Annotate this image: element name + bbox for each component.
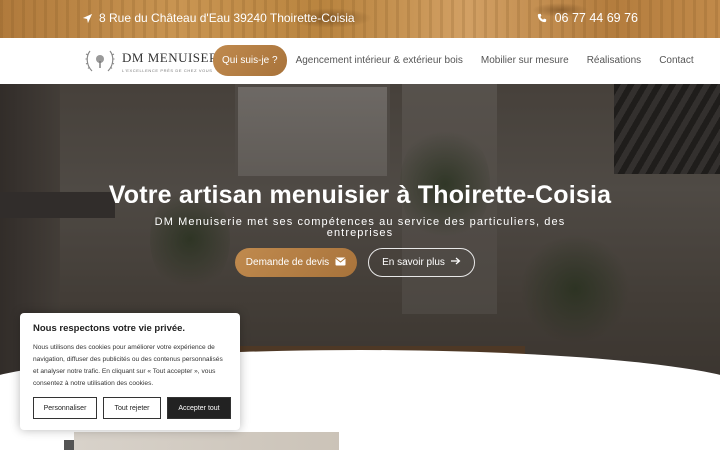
- learn-more-button[interactable]: En savoir plus: [368, 248, 475, 277]
- cookie-customize-button[interactable]: Personnaliser: [33, 397, 97, 419]
- page: 8 Rue du Château d'Eau 39240 Thoirette-C…: [0, 0, 720, 450]
- hero-subtitle: DM Menuiserie met ses compétences au ser…: [154, 216, 566, 239]
- cookie-buttons: Personnaliser Tout rejeter Accepter tout: [33, 397, 231, 419]
- site-header: DM MENUISERIE L'EXCELLENCE PRÈS DE CHEZ …: [0, 38, 720, 84]
- learn-more-label: En savoir plus: [382, 257, 445, 268]
- cookie-accept-button[interactable]: Accepter tout: [167, 397, 231, 419]
- quote-request-label: Demande de devis: [245, 257, 330, 268]
- arrow-right-icon: [450, 257, 461, 268]
- nav-item-mobilier[interactable]: Mobilier sur mesure: [472, 45, 578, 76]
- main-nav: Qui suis-je ? Agencement intérieur & ext…: [213, 45, 703, 76]
- nav-item-contact[interactable]: Contact: [650, 45, 702, 76]
- section-image: [74, 432, 339, 450]
- logo-emblem-icon: [85, 50, 115, 72]
- cookie-title: Nous respectons votre vie privée.: [33, 323, 186, 334]
- cookie-consent-banner: Nous respectons votre vie privée. Nous u…: [20, 313, 240, 430]
- phone-link[interactable]: 06 77 44 69 76: [537, 11, 638, 25]
- phone-icon: [537, 13, 547, 23]
- section-accent-bar: [64, 440, 74, 450]
- quote-request-button[interactable]: Demande de devis: [235, 248, 357, 277]
- hero-title: Votre artisan menuisier à Thoirette-Cois…: [108, 181, 612, 209]
- envelope-icon: [335, 257, 346, 269]
- address-text: 8 Rue du Château d'Eau 39240 Thoirette-C…: [99, 11, 355, 25]
- nav-item-realisations[interactable]: Réalisations: [578, 45, 650, 76]
- location-arrow-icon: [82, 13, 93, 24]
- address-block: 8 Rue du Château d'Eau 39240 Thoirette-C…: [82, 11, 355, 25]
- cookie-text: Nous utilisons des cookies pour améliore…: [33, 344, 223, 387]
- top-bar: 8 Rue du Château d'Eau 39240 Thoirette-C…: [0, 0, 720, 38]
- site-logo[interactable]: DM MENUISERIE L'EXCELLENCE PRÈS DE CHEZ …: [82, 47, 231, 75]
- nav-item-qui-suis-je[interactable]: Qui suis-je ?: [213, 45, 287, 76]
- cookie-reject-button[interactable]: Tout rejeter: [103, 397, 161, 419]
- phone-number: 06 77 44 69 76: [554, 11, 638, 25]
- nav-item-agencement[interactable]: Agencement intérieur & extérieur bois: [287, 45, 472, 76]
